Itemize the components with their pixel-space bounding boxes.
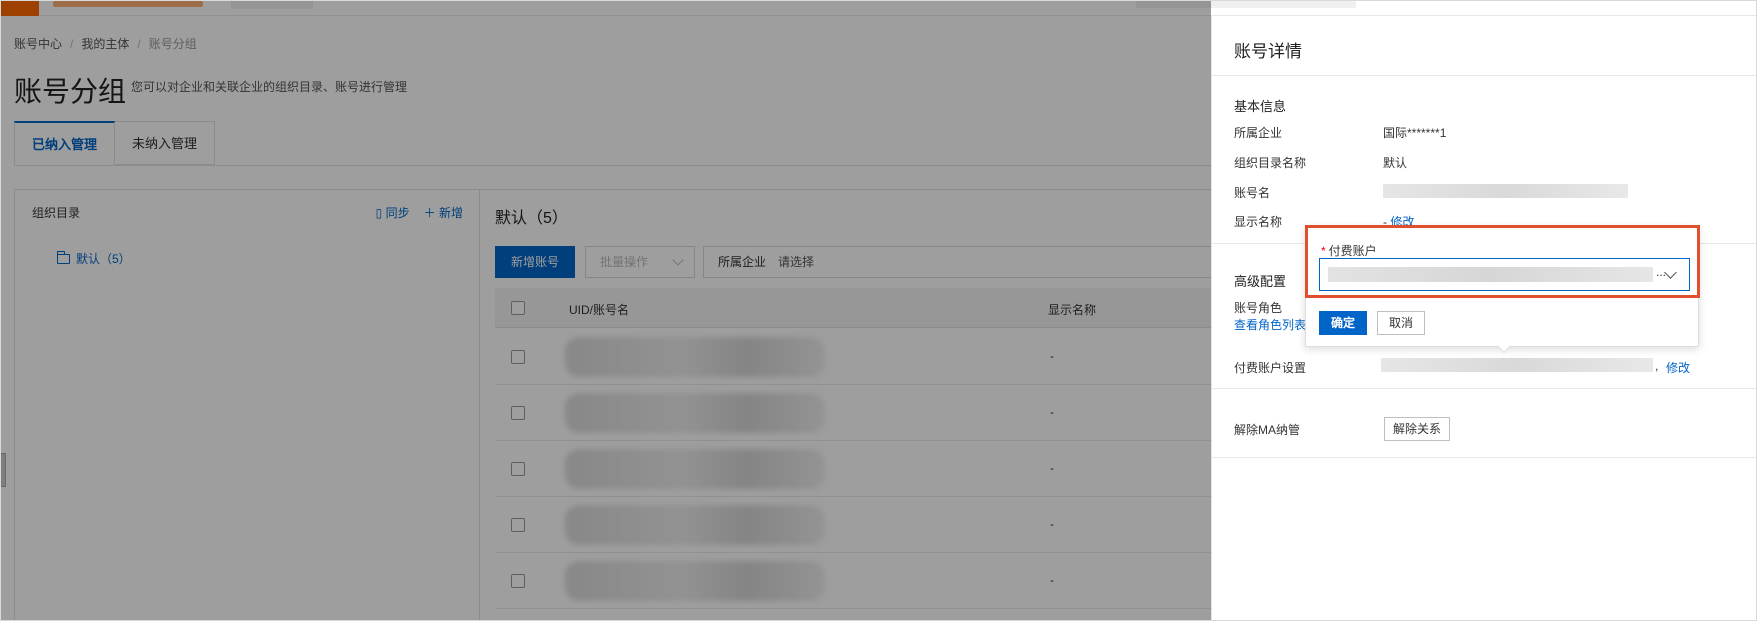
account-role-label: 账号角色	[1234, 301, 1283, 315]
cancel-button[interactable]: 取消	[1377, 311, 1425, 335]
edit-payer-account-link[interactable]: 修改	[1666, 359, 1690, 376]
basic-info-title: 基本信息	[1234, 99, 1287, 114]
remove-relation-button[interactable]: 解除关系	[1384, 417, 1450, 441]
payer-account-field-label: * 付费账户	[1321, 242, 1377, 259]
unmanage-label: 解除MA纳管	[1234, 423, 1301, 437]
drawer-divider	[1212, 388, 1756, 389]
payer-account-dot: ,	[1655, 359, 1659, 373]
directory-value: 默认	[1383, 156, 1408, 170]
app-frame: 账号中心 / 我的主体 / 账号分组 账号分组 您可以对企业和关联企业的组织目录、账号进…	[0, 0, 1757, 621]
account-name-value-blurred	[1383, 184, 1628, 198]
display-name-label: 显示名称	[1234, 215, 1283, 229]
view-role-list-link[interactable]: 查看角色列表	[1234, 316, 1306, 333]
drawer-title: 账号详情	[1234, 42, 1302, 61]
payer-account-label: 付费账户设置	[1234, 361, 1307, 375]
company-value: 国际*******1	[1383, 126, 1447, 140]
company-label: 所属企业	[1234, 126, 1283, 140]
drawer-divider	[1212, 457, 1756, 458]
account-name-label: 账号名	[1234, 186, 1271, 200]
overlay-mask[interactable]	[1, 1, 1211, 620]
chevron-down-icon	[1664, 266, 1677, 279]
advanced-config-title: 高级配置	[1234, 274, 1287, 289]
confirm-button[interactable]: 确定	[1319, 311, 1367, 335]
required-mark: *	[1321, 244, 1326, 258]
drawer-divider	[1212, 75, 1756, 76]
payer-account-value-blurred	[1381, 358, 1653, 372]
selected-value-blurred	[1328, 267, 1653, 282]
payer-account-select[interactable]: ...	[1319, 258, 1690, 291]
payer-account-field-text: 付费账户	[1328, 244, 1377, 258]
directory-label: 组织目录名称	[1234, 156, 1307, 170]
